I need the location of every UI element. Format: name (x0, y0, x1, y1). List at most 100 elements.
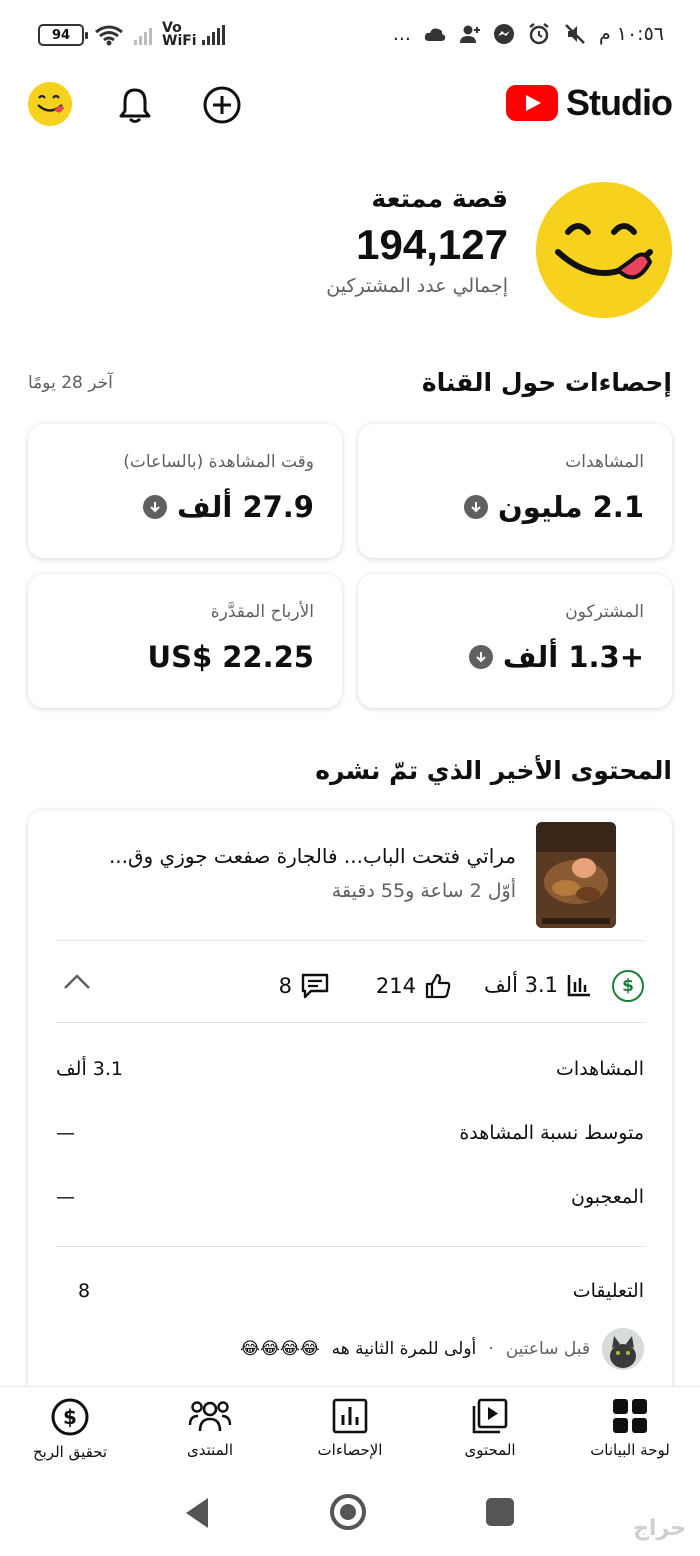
thumbs-up-icon (425, 973, 451, 999)
dashboard-icon (613, 1399, 647, 1433)
views-stat: 3.1 ألف (484, 972, 592, 998)
divider (56, 940, 644, 941)
account-avatar[interactable] (28, 82, 72, 126)
community-icon (188, 1401, 232, 1432)
detail-row-avg-view: متوسط نسبة المشاهدة — (56, 1122, 644, 1144)
subscribers-card[interactable]: المشتركون +1.3 ألف (358, 574, 672, 708)
wifi-icon (95, 25, 123, 46)
nav-analytics[interactable]: الإحصاءات (280, 1387, 420, 1474)
divider (56, 1246, 644, 1247)
revenue-card[interactable]: الأرباح المقدَّرة US$ 22.25 (28, 574, 342, 708)
views-stat-value: 3.1 ألف (483, 973, 558, 997)
card-value: US$ 22.25 (147, 640, 314, 674)
comment-text: أولى للمرة الثانية هه (331, 1339, 477, 1359)
trend-down-icon (468, 645, 493, 669)
back-icon[interactable] (186, 1498, 208, 1528)
chevron-up-icon (64, 974, 90, 989)
analytics-period: آخر 28 يومًا (28, 372, 113, 393)
trend-down-icon (142, 495, 167, 519)
channel-name: قصة ممتعة (371, 184, 508, 213)
watch-time-card[interactable]: وقت المشاهدة (بالساعات) 27.9 ألف (28, 424, 342, 558)
video-title[interactable]: مراتي فتحت الباب... فالجارة صفعت جوزي وق… (66, 844, 516, 868)
detail-label: التعليقات (572, 1280, 644, 1302)
analytics-header: إحصاءات حول القناة آخر 28 يومًا (28, 368, 672, 397)
nav-label: المحتوى (464, 1441, 516, 1459)
channel-summary: قصة ممتعة 194,127 إجمالي عدد المشتركين (0, 178, 700, 338)
card-label: المشاهدات (565, 452, 644, 472)
video-timing: أوّل 2 ساعة و55 دقيقة (331, 880, 516, 902)
clock: ١٠:٥٦ م (598, 23, 664, 45)
trend-down-icon (463, 495, 488, 519)
more-icon: ... (392, 23, 411, 45)
card-value-row: 27.9 ألف (56, 490, 314, 524)
youtube-logo-icon (506, 85, 559, 121)
bar-chart-icon (567, 975, 590, 997)
nav-dashboard[interactable]: لوحة البيانات (560, 1387, 700, 1474)
detail-value: — (56, 1122, 75, 1144)
card-value-row: +1.3 ألف (386, 640, 644, 674)
card-label: المشتركون (565, 602, 644, 622)
card-value-row: 2.1 مليون (386, 490, 644, 524)
nav-content[interactable]: المحتوى (420, 1387, 560, 1474)
card-label: الأرباح المقدَّرة (210, 602, 314, 622)
status-right: ... ١٠:٥٦ م (393, 22, 664, 46)
signal-strength-icon (134, 25, 152, 45)
nav-label: الإحصاءات (317, 1441, 383, 1459)
watermark-text: حراج (633, 1516, 686, 1541)
create-button[interactable] (199, 82, 245, 128)
add-circle-icon (203, 86, 241, 124)
comment-icon (301, 973, 329, 999)
detail-row-comments: التعليقات 8 (56, 1280, 644, 1302)
detail-label: المشاهدات (556, 1058, 644, 1080)
status-bar: 94 Vo WiFi ... ١٠:٥٦ م (0, 0, 700, 72)
card-value: +1.3 ألف (502, 640, 644, 674)
collapse-button[interactable] (62, 972, 92, 996)
signal-strength-icon-2 (202, 25, 225, 45)
home-icon[interactable] (330, 1494, 366, 1530)
bell-icon (119, 88, 151, 123)
card-value: 2.1 مليون (497, 490, 644, 524)
mute-icon (565, 24, 585, 44)
monetization-icon: $ (51, 1398, 89, 1436)
recent-content-card: مراتي فتحت الباب... فالجارة صفعت جوزي وق… (28, 810, 672, 1410)
analytics-title: إحصاءات حول القناة (421, 368, 672, 397)
nav-label: تحقيق الربح (32, 1443, 108, 1461)
video-stats-row: $ 3.1 ألف 214 8 (28, 960, 672, 1020)
cloud-icon (424, 28, 446, 41)
food-thumbnail-image (536, 822, 616, 928)
latest-comment[interactable]: قبل ساعتين · أولى للمرة الثانية هه 😂😂😂😂 (240, 1328, 644, 1370)
vowifi-label: Vo WiFi (162, 20, 197, 49)
add-person-icon (459, 25, 480, 43)
youtube-studio-logo: Studio (506, 82, 673, 124)
nav-monetization[interactable]: $ تحقيق الربح (0, 1387, 140, 1474)
card-value-row: US$ 22.25 (56, 640, 314, 674)
analytics-icon (332, 1398, 368, 1434)
app-header: Studio (0, 72, 700, 142)
comments-stat: 8 (279, 972, 330, 1000)
detail-row-views: المشاهدات 3.1 ألف (56, 1058, 644, 1080)
detail-label: متوسط نسبة المشاهدة (459, 1122, 644, 1144)
nav-community[interactable]: المنتدى (140, 1387, 280, 1474)
messenger-icon (493, 24, 514, 44)
comment-emoji: 😂😂😂😂 (240, 1339, 320, 1359)
smiley-face-icon-large (536, 182, 672, 318)
detail-value: — (56, 1186, 75, 1208)
alarm-icon (529, 23, 549, 45)
content-icon (472, 1398, 508, 1434)
video-thumbnail[interactable] (536, 822, 616, 928)
channel-info: قصة ممتعة 194,127 إجمالي عدد المشتركين (326, 184, 508, 297)
views-card[interactable]: المشاهدات 2.1 مليون (358, 424, 672, 558)
bottom-navigation: لوحة البيانات المحتوى الإحصاءات المنتدى … (0, 1386, 700, 1474)
subscriber-count-label: إجمالي عدد المشتركين (326, 275, 508, 297)
recent-apps-icon[interactable] (486, 1498, 514, 1526)
comment-time: قبل ساعتين (505, 1339, 590, 1359)
notifications-button[interactable] (112, 82, 158, 128)
nav-label: المنتدى (186, 1441, 234, 1459)
cat-avatar-image (602, 1328, 644, 1370)
recent-title: المحتوى الأخير الذي تمّ نشره (315, 756, 672, 785)
monetization-badge-icon: $ (612, 970, 644, 1002)
detail-value: 8 (78, 1280, 91, 1302)
channel-avatar[interactable] (536, 182, 672, 318)
detail-row-likes: المعجبون — (56, 1186, 644, 1208)
battery-indicator: 94 (38, 24, 88, 46)
